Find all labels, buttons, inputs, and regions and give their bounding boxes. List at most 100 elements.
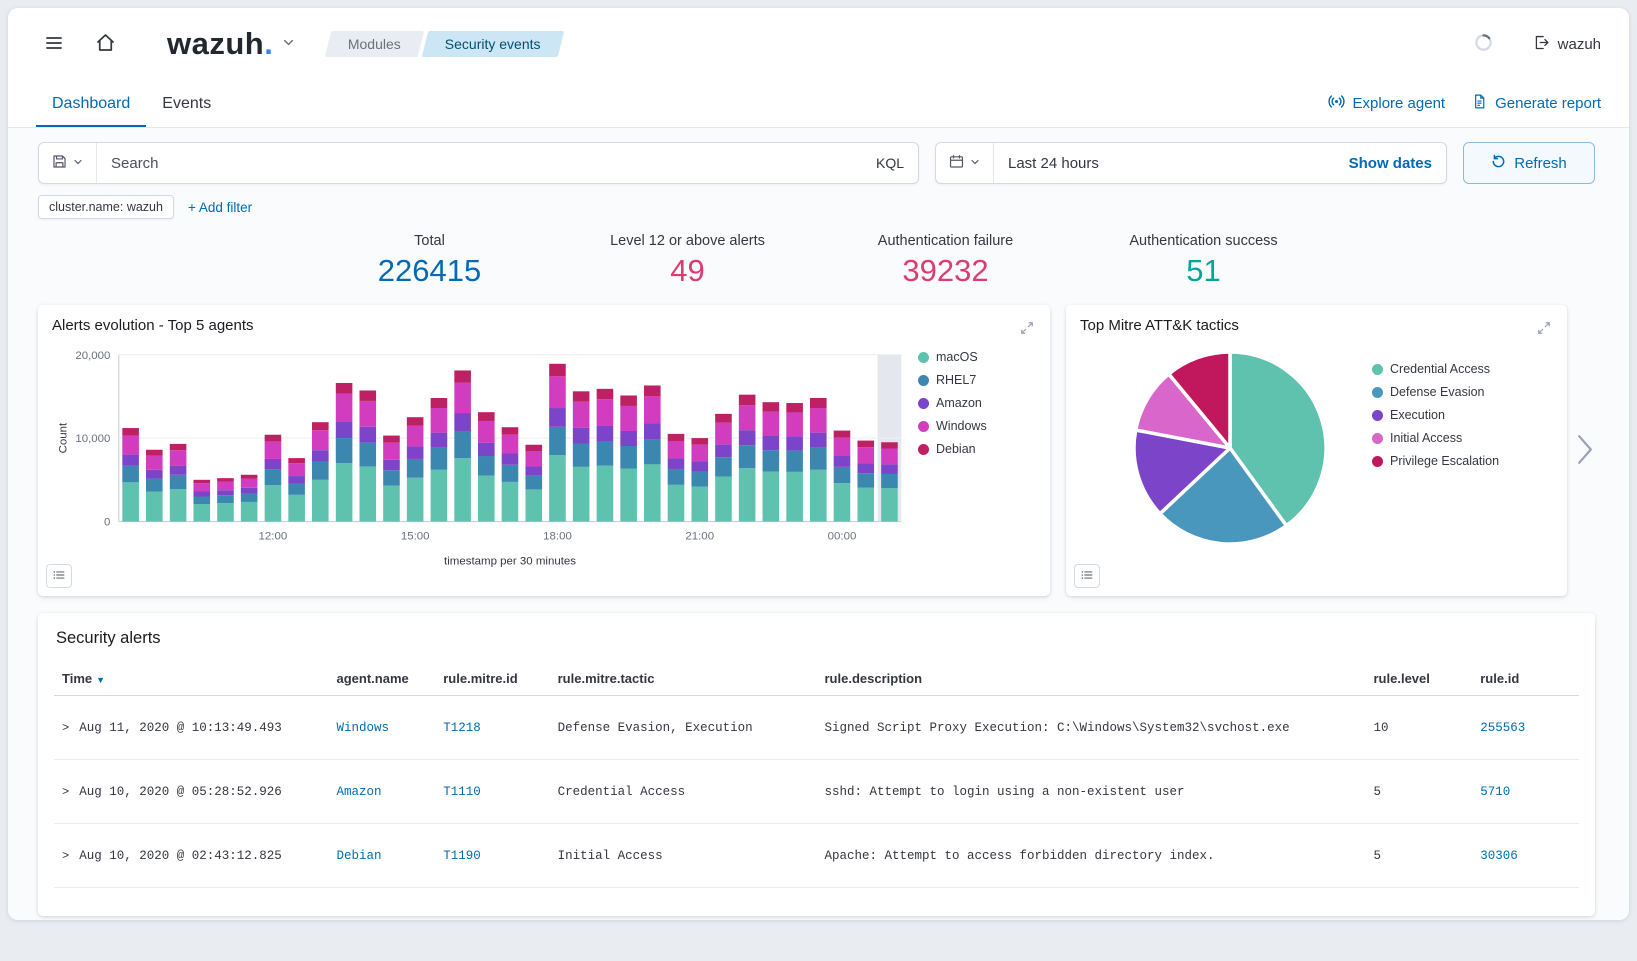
user-menu-button[interactable]: wazuh <box>1533 34 1601 55</box>
status-ring-button[interactable] <box>1466 25 1501 63</box>
tab-events[interactable]: Events <box>146 83 227 127</box>
alert-time: Aug 10, 2020 @ 02:43:12.825 <box>79 849 282 863</box>
table-header-time[interactable]: Time▼ <box>54 662 329 696</box>
legend-label: Initial Access <box>1390 431 1462 445</box>
table-header-agent-name[interactable]: agent.name <box>329 662 436 696</box>
refresh-button[interactable]: Refresh <box>1463 142 1595 184</box>
menu-button[interactable] <box>36 25 72 64</box>
rule-level: 5 <box>1374 849 1382 863</box>
add-filter-button[interactable]: + Add filter <box>188 200 252 215</box>
mitre-tactic: Defense Evasion, Execution <box>558 721 753 735</box>
table-header-rule-id[interactable]: rule.id <box>1472 662 1579 696</box>
expand-panel-icon[interactable] <box>1012 313 1042 343</box>
alert-time: Aug 10, 2020 @ 05:28:52.926 <box>79 785 282 799</box>
mitre-id-link[interactable]: T1190 <box>443 849 481 863</box>
stat-auth-success: Authentication success 51 <box>1075 233 1333 289</box>
table-header-rule-level[interactable]: rule.level <box>1366 662 1473 696</box>
svg-text:10,000: 10,000 <box>75 433 110 445</box>
legend-item[interactable]: Initial Access <box>1372 431 1532 445</box>
search-box: KQL <box>38 142 919 184</box>
stat-value[interactable]: 51 <box>1075 253 1333 289</box>
legend-swatch <box>1372 456 1383 467</box>
date-quick-select-button[interactable] <box>936 143 994 183</box>
legend-item[interactable]: RHEL7 <box>918 373 1036 387</box>
legend-swatch <box>1372 433 1383 444</box>
mitre-id-link[interactable]: T1218 <box>443 721 481 735</box>
legend-item[interactable]: Execution <box>1372 408 1532 422</box>
time-range-value[interactable]: Last 24 hours <box>994 155 1113 172</box>
chevron-right-icon <box>1575 455 1595 470</box>
refresh-label: Refresh <box>1514 155 1567 172</box>
stat-auth-failure: Authentication failure 39232 <box>817 233 1075 289</box>
tab-dashboard[interactable]: Dashboard <box>36 83 146 127</box>
legend-item[interactable]: Windows <box>918 419 1036 433</box>
report-icon <box>1471 93 1488 114</box>
svg-text:timestamp per 30 minutes: timestamp per 30 minutes <box>444 555 576 567</box>
row-expand-button[interactable]: > <box>62 849 69 863</box>
security-alerts-table: Time▼ agent.name rule.mitre.id rule.mitr… <box>54 662 1579 888</box>
legend-swatch <box>918 444 929 455</box>
panel-security-alerts: Security alerts Time▼ agent.name rule.mi… <box>38 613 1595 916</box>
panel-alerts-evolution: Alerts evolution - Top 5 agents 010,0002… <box>38 305 1050 596</box>
stat-value[interactable]: 49 <box>559 253 817 289</box>
exit-icon <box>1533 34 1550 55</box>
mitre-tactic: Credential Access <box>558 785 686 799</box>
svg-text:12:00: 12:00 <box>259 530 288 542</box>
wazuh-logo-dot: . <box>264 26 273 62</box>
legend-label: Amazon <box>936 396 982 410</box>
mitre-id-link[interactable]: T1110 <box>443 785 481 799</box>
legend-swatch <box>1372 387 1383 398</box>
search-input[interactable] <box>97 155 862 172</box>
bar-chart-legend: macOS RHEL7 Amazon Windows Debian <box>918 350 1036 572</box>
saved-query-button[interactable] <box>39 143 97 183</box>
wazuh-logo[interactable]: wazuh. <box>167 26 296 62</box>
stat-value[interactable]: 39232 <box>817 253 1075 289</box>
filter-pill-cluster-name[interactable]: cluster.name: wazuh <box>38 195 174 219</box>
alerts-evolution-chart[interactable]: 010,00020,00012:0015:0018:0021:0000:00ti… <box>52 340 918 572</box>
table-header-rule-mitre-tactic[interactable]: rule.mitre.tactic <box>550 662 817 696</box>
date-picker: Last 24 hours Show dates <box>935 142 1447 184</box>
table-header-rule-mitre-id[interactable]: rule.mitre.id <box>435 662 549 696</box>
stat-value[interactable]: 226415 <box>301 253 559 289</box>
show-dates-button[interactable]: Show dates <box>1335 155 1446 172</box>
rule-id-link[interactable]: 255563 <box>1480 721 1525 735</box>
panel-legend-toggle-button[interactable] <box>1074 564 1100 588</box>
refresh-icon <box>1491 154 1506 173</box>
kql-toggle[interactable]: KQL <box>862 155 918 171</box>
mitre-tactics-pie-chart[interactable] <box>1128 346 1332 550</box>
home-button[interactable] <box>86 23 125 65</box>
agent-name-link[interactable]: Windows <box>337 721 390 735</box>
user-name: wazuh <box>1558 36 1601 53</box>
generate-report-button[interactable]: Generate report <box>1471 93 1601 114</box>
rule-id-link[interactable]: 5710 <box>1480 785 1510 799</box>
svg-text:20,000: 20,000 <box>75 350 110 362</box>
table-row: > Aug 10, 2020 @ 02:43:12.825 Debian T119… <box>54 824 1579 888</box>
panel-legend-toggle-button[interactable] <box>46 564 72 588</box>
stat-level-12-alerts: Level 12 or above alerts 49 <box>559 233 817 289</box>
chevron-down-icon <box>72 156 84 171</box>
next-panels-button[interactable] <box>1571 427 1599 474</box>
legend-item[interactable]: macOS <box>918 350 1036 364</box>
legend-swatch <box>1372 410 1383 421</box>
tab-bar: Dashboard Events Explore agent Generate … <box>8 80 1629 128</box>
radar-icon <box>1327 92 1346 115</box>
legend-item[interactable]: Debian <box>918 442 1036 456</box>
legend-item[interactable]: Amazon <box>918 396 1036 410</box>
legend-item[interactable]: Defense Evasion <box>1372 385 1532 399</box>
row-expand-button[interactable]: > <box>62 721 69 735</box>
legend-item[interactable]: Credential Access <box>1372 362 1532 376</box>
legend-label: Execution <box>1390 408 1445 422</box>
panel-title: Alerts evolution - Top 5 agents <box>52 317 1036 334</box>
row-expand-button[interactable]: > <box>62 785 69 799</box>
agent-name-link[interactable]: Amazon <box>337 785 382 799</box>
agent-name-link[interactable]: Debian <box>337 849 382 863</box>
legend-label: Debian <box>936 442 976 456</box>
legend-item[interactable]: Privilege Escalation <box>1372 454 1532 468</box>
breadcrumb-modules[interactable]: Modules <box>328 31 421 57</box>
table-header-rule-description[interactable]: rule.description <box>817 662 1366 696</box>
hamburger-icon <box>44 33 64 56</box>
explore-agent-button[interactable]: Explore agent <box>1327 92 1446 115</box>
expand-panel-icon[interactable] <box>1529 313 1559 343</box>
rule-id-link[interactable]: 30306 <box>1480 849 1518 863</box>
breadcrumb-security-events[interactable]: Security events <box>425 31 561 57</box>
